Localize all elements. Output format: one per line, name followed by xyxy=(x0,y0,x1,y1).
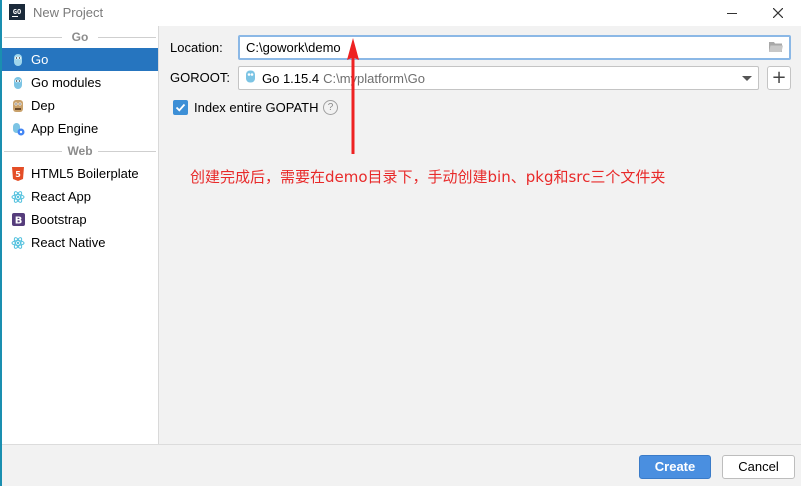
sidebar-item-label: App Engine xyxy=(31,121,99,136)
sidebar-item-react-app[interactable]: React App xyxy=(2,185,158,208)
sidebar-item-label: React App xyxy=(31,189,91,204)
close-button[interactable] xyxy=(755,0,801,26)
help-icon[interactable]: ? xyxy=(323,100,338,115)
gopher-icon xyxy=(11,76,25,90)
sidebar-item-label: Dep xyxy=(31,98,55,113)
svg-text:5: 5 xyxy=(15,170,21,179)
sidebar-item-html5-boilerplate[interactable]: 5 HTML5 Boilerplate xyxy=(2,162,158,185)
title-bar: GO New Project xyxy=(2,0,801,26)
red-arrow-annotation xyxy=(347,38,359,154)
goroot-label: GOROOT: xyxy=(170,70,230,85)
index-gopath-checkbox[interactable] xyxy=(173,100,188,115)
group-header-web: Web xyxy=(2,140,158,162)
gopher-icon xyxy=(11,53,25,67)
add-sdk-button[interactable]: + xyxy=(767,66,791,90)
browse-folder-button[interactable] xyxy=(769,41,783,53)
goroot-path: C:\myplatform\Go xyxy=(323,70,425,86)
folder-icon xyxy=(769,42,783,52)
plus-icon: + xyxy=(771,67,787,88)
location-input[interactable] xyxy=(238,35,791,60)
close-icon xyxy=(773,8,783,18)
chevron-down-icon xyxy=(742,76,752,81)
sidebar-item-react-native[interactable]: React Native xyxy=(2,231,158,254)
html5-icon: 5 xyxy=(11,166,25,181)
dep-icon xyxy=(11,99,25,113)
goland-app-icon: GO xyxy=(9,4,25,20)
sidebar-item-label: Go xyxy=(31,52,49,67)
cancel-button[interactable]: Cancel xyxy=(722,455,795,479)
project-type-sidebar: Go Go Go modules Dep App Engine Web 5 HT… xyxy=(2,26,159,444)
svg-text:B: B xyxy=(14,216,22,227)
sidebar-item-go[interactable]: Go xyxy=(2,48,158,71)
sidebar-item-go-modules[interactable]: Go modules xyxy=(2,71,158,94)
new-project-dialog: GO New Project Go Go Go modules Dep App … xyxy=(0,0,801,486)
window-title: New Project xyxy=(33,5,104,20)
sidebar-item-label: Go modules xyxy=(31,75,102,90)
annotation-text: 创建完成后，需要在demo目录下，手动创建bin、pkg和src三个文件夹 xyxy=(190,168,666,186)
sidebar-item-label: HTML5 Boilerplate xyxy=(31,166,139,181)
react-icon xyxy=(11,236,25,250)
location-label: Location: xyxy=(170,40,223,55)
sidebar-item-label: React Native xyxy=(31,235,106,250)
minimize-button[interactable] xyxy=(709,0,755,26)
goroot-version: Go 1.15.4 xyxy=(262,70,320,86)
react-icon xyxy=(11,190,25,204)
create-button[interactable]: Create xyxy=(639,455,711,479)
sidebar-item-dep[interactable]: Dep xyxy=(2,94,158,117)
gopher-icon xyxy=(245,70,256,86)
app-engine-icon xyxy=(11,122,25,136)
sidebar-item-app-engine[interactable]: App Engine xyxy=(2,117,158,140)
index-gopath-label: Index entire GOPATH xyxy=(194,100,319,115)
bootstrap-icon: B xyxy=(11,213,25,227)
goroot-dropdown[interactable]: Go 1.15.4 C:\myplatform\Go xyxy=(238,66,759,90)
dialog-footer: Create Cancel xyxy=(2,444,801,486)
group-header-go: Go xyxy=(2,26,158,48)
checkmark-icon xyxy=(175,103,186,112)
sidebar-item-label: Bootstrap xyxy=(31,212,87,227)
project-settings-panel: Location: GOROOT: Go 1.15.4 C:\myplatfor… xyxy=(160,26,801,444)
sidebar-item-bootstrap[interactable]: B Bootstrap xyxy=(2,208,158,231)
